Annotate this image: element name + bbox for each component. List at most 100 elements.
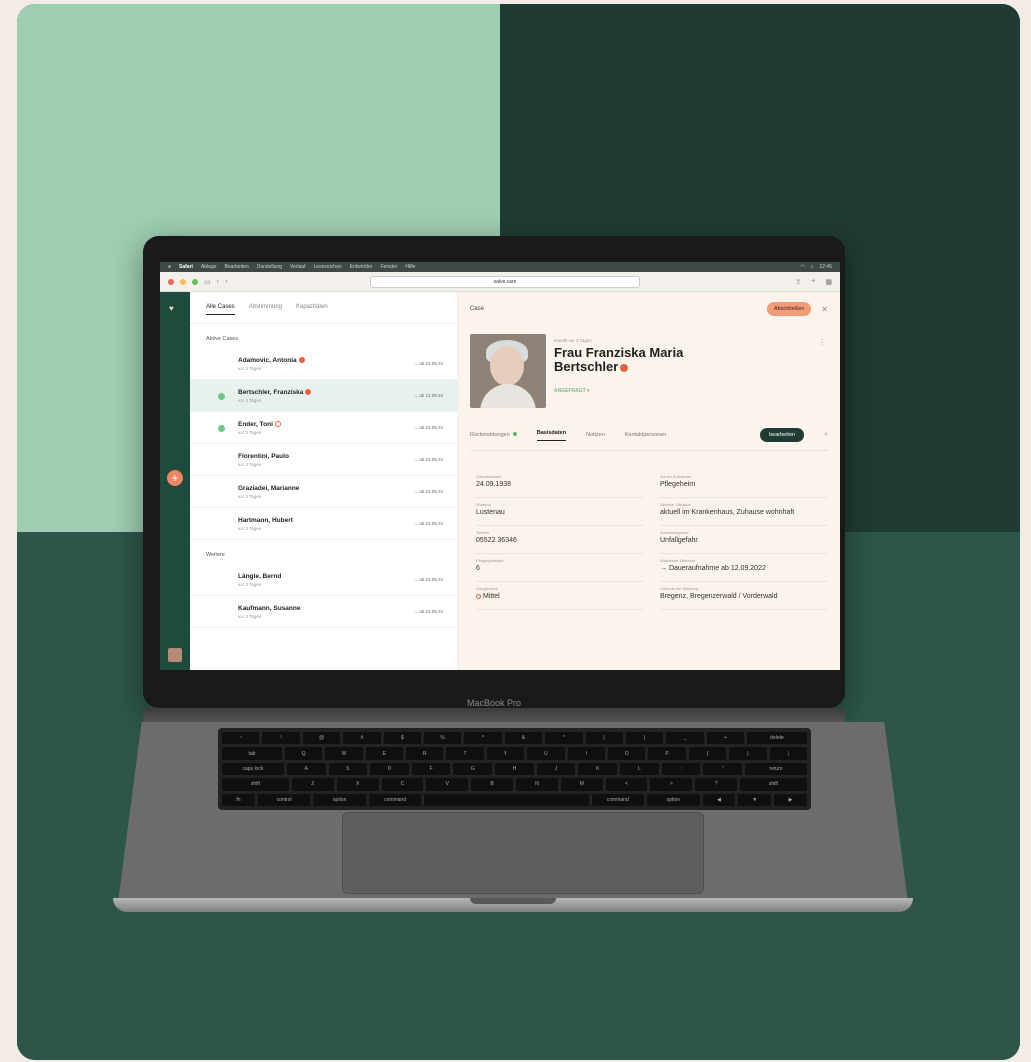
keyboard-key[interactable]: ▶ (774, 793, 808, 807)
keyboard-key[interactable]: E (365, 747, 403, 760)
tab-kontaktpersonen[interactable]: Kontaktpersonen (625, 432, 667, 438)
keyboard-key[interactable]: W (325, 747, 363, 760)
keyboard-key[interactable]: % (423, 732, 462, 745)
keyboard-key[interactable]: F (411, 762, 451, 776)
keyboard-key[interactable]: ( (585, 732, 623, 745)
keyboard-key[interactable]: ? (695, 778, 738, 791)
keyboard-key[interactable]: command (591, 793, 645, 807)
tab-basisdaten[interactable]: Basisdaten (536, 430, 567, 441)
window-minimize-icon[interactable] (180, 278, 186, 285)
keyboard-key[interactable]: D (370, 762, 409, 776)
menubar-item[interactable]: Entwickler (350, 264, 373, 270)
edit-button[interactable]: bearbeiten (760, 428, 805, 442)
close-case-button[interactable]: Abschließen (767, 302, 812, 316)
menubar-item[interactable]: Ablage (201, 264, 217, 270)
back-icon[interactable]: ‹ (217, 278, 219, 285)
keyboard-key[interactable]: J (536, 762, 576, 776)
keyboard-key[interactable]: " (703, 762, 743, 776)
keyboard-key[interactable]: ◀ (702, 793, 736, 807)
case-row[interactable]: Florentini, Paulo vor 3 Tagen → ab 23.08… (190, 444, 457, 476)
keyboard-key[interactable]: tab (222, 747, 282, 760)
keyboard-key[interactable]: fn (222, 793, 255, 807)
keyboard-key[interactable]: Y (486, 747, 525, 760)
keyboard-key[interactable]: I (567, 747, 605, 760)
keyboard-key[interactable]: C (381, 778, 424, 791)
search-icon[interactable]: ⌕ (824, 431, 828, 439)
menubar-item[interactable]: Fenster (380, 264, 397, 270)
keyboard-key[interactable]: > (650, 778, 693, 791)
keyboard-key[interactable]: K (578, 762, 618, 776)
keyboard-key[interactable]: $ (383, 732, 421, 745)
keyboard-key[interactable]: G (453, 762, 493, 776)
keyboard-key[interactable]: R (406, 747, 444, 760)
tab-kapazitaeten[interactable]: Kapazitäten (296, 304, 328, 315)
keyboard-key[interactable]: S (328, 762, 368, 776)
keyboard-key[interactable]: T (446, 747, 484, 760)
sidebar-toggle-icon[interactable]: ▭ (204, 278, 211, 286)
tab-abstimmung[interactable]: Abstimmung (249, 304, 282, 315)
keyboard-key[interactable]: shift (740, 778, 807, 791)
search-icon[interactable]: ⌕ (811, 264, 814, 270)
keyboard-key[interactable]: caps lock (222, 762, 284, 776)
keyboard-key[interactable]: A (286, 762, 326, 776)
menubar-item[interactable]: Lesezeichen (314, 264, 342, 270)
status-dropdown[interactable]: ANGEFRAGT ▾ (554, 388, 590, 394)
add-case-button[interactable]: + (167, 470, 183, 486)
new-tab-icon[interactable]: + (811, 278, 815, 286)
keyboard-key[interactable]: } (729, 747, 767, 760)
case-row[interactable]: Hartmann, Hubert vor 3 Tagen → ab 23.08.… (190, 508, 457, 540)
wifi-icon[interactable]: ◠ (800, 264, 804, 270)
more-options-icon[interactable]: ⋮ (818, 338, 826, 347)
keyboard-key[interactable]: ~ (222, 732, 260, 745)
close-icon[interactable]: ✕ (821, 305, 828, 314)
tab-overview-icon[interactable]: ▦ (825, 278, 832, 286)
case-row[interactable]: Graziadei, Marianne vor 3 Tagen → ab 23.… (190, 476, 457, 508)
keyboard-key[interactable]: control (257, 793, 311, 807)
tab-notizen[interactable]: Notizen (586, 432, 605, 438)
keyboard-key[interactable]: P (648, 747, 686, 760)
share-icon[interactable]: ⇪ (795, 278, 801, 286)
keyboard-key[interactable]: return (745, 762, 807, 776)
case-row[interactable]: Längle, Bernd vor 3 Tagen → ab 23.08.22 (190, 564, 457, 596)
keyboard-key[interactable]: ▼ (738, 793, 772, 807)
keyboard-key[interactable]: : (661, 762, 701, 776)
keyboard-key[interactable]: H (495, 762, 534, 776)
tab-rueckmeldungen[interactable]: Rückmeldungen (470, 432, 517, 438)
menubar-item[interactable]: Verlauf (290, 264, 306, 270)
menubar-app[interactable]: Safari (179, 264, 193, 270)
keyboard-key[interactable]: _ (666, 732, 704, 745)
case-row[interactable]: Kaufmann, Susanne vor 3 Tagen → ab 23.08… (190, 596, 457, 628)
keyboard-key[interactable]: X (336, 778, 379, 791)
keyboard-key[interactable]: delete (747, 732, 807, 745)
user-avatar[interactable] (168, 648, 182, 662)
keyboard-key[interactable]: ! (262, 732, 300, 745)
keyboard-key[interactable]: < (605, 778, 648, 791)
menubar-clock[interactable]: 12:45 (819, 264, 832, 270)
keyboard-key[interactable]: { (688, 747, 727, 760)
keyboard-key[interactable]: & (504, 732, 543, 745)
keyboard-key[interactable]: Q (284, 747, 323, 760)
keyboard-key[interactable]: L (620, 762, 659, 776)
menubar-item[interactable]: Darstellung (257, 264, 282, 270)
case-row-selected[interactable]: Bertschler, Franziska vor 3 Tagen → ab 1… (190, 380, 457, 412)
apple-icon[interactable]: ● (168, 264, 171, 270)
keyboard-key[interactable]: | (769, 747, 807, 760)
keyboard-key[interactable]: @ (302, 732, 341, 745)
keyboard-key[interactable]: V (426, 778, 469, 791)
keyboard-key[interactable]: U (527, 747, 565, 760)
window-zoom-icon[interactable] (192, 278, 198, 285)
menubar-item[interactable]: Bearbeiten (225, 264, 249, 270)
keyboard-key[interactable]: + (706, 732, 745, 745)
keyboard-key[interactable] (424, 793, 589, 807)
window-close-icon[interactable] (168, 278, 174, 285)
keyboard-key[interactable]: shift (222, 778, 289, 791)
keyboard-key[interactable]: Z (291, 778, 334, 791)
keyboard-key[interactable]: ^ (464, 732, 502, 745)
menubar-item[interactable]: Hilfe (405, 264, 415, 270)
keyboard-key[interactable]: O (607, 747, 646, 760)
salve-logo-icon[interactable]: ♥ (169, 304, 181, 313)
case-row[interactable]: Adamovic, Antonia vor 3 Tagen → ab 23.08… (190, 348, 457, 380)
keyboard-key[interactable]: M (560, 778, 603, 791)
keyboard-key[interactable]: B (471, 778, 513, 791)
keyboard-key[interactable]: * (545, 732, 583, 745)
